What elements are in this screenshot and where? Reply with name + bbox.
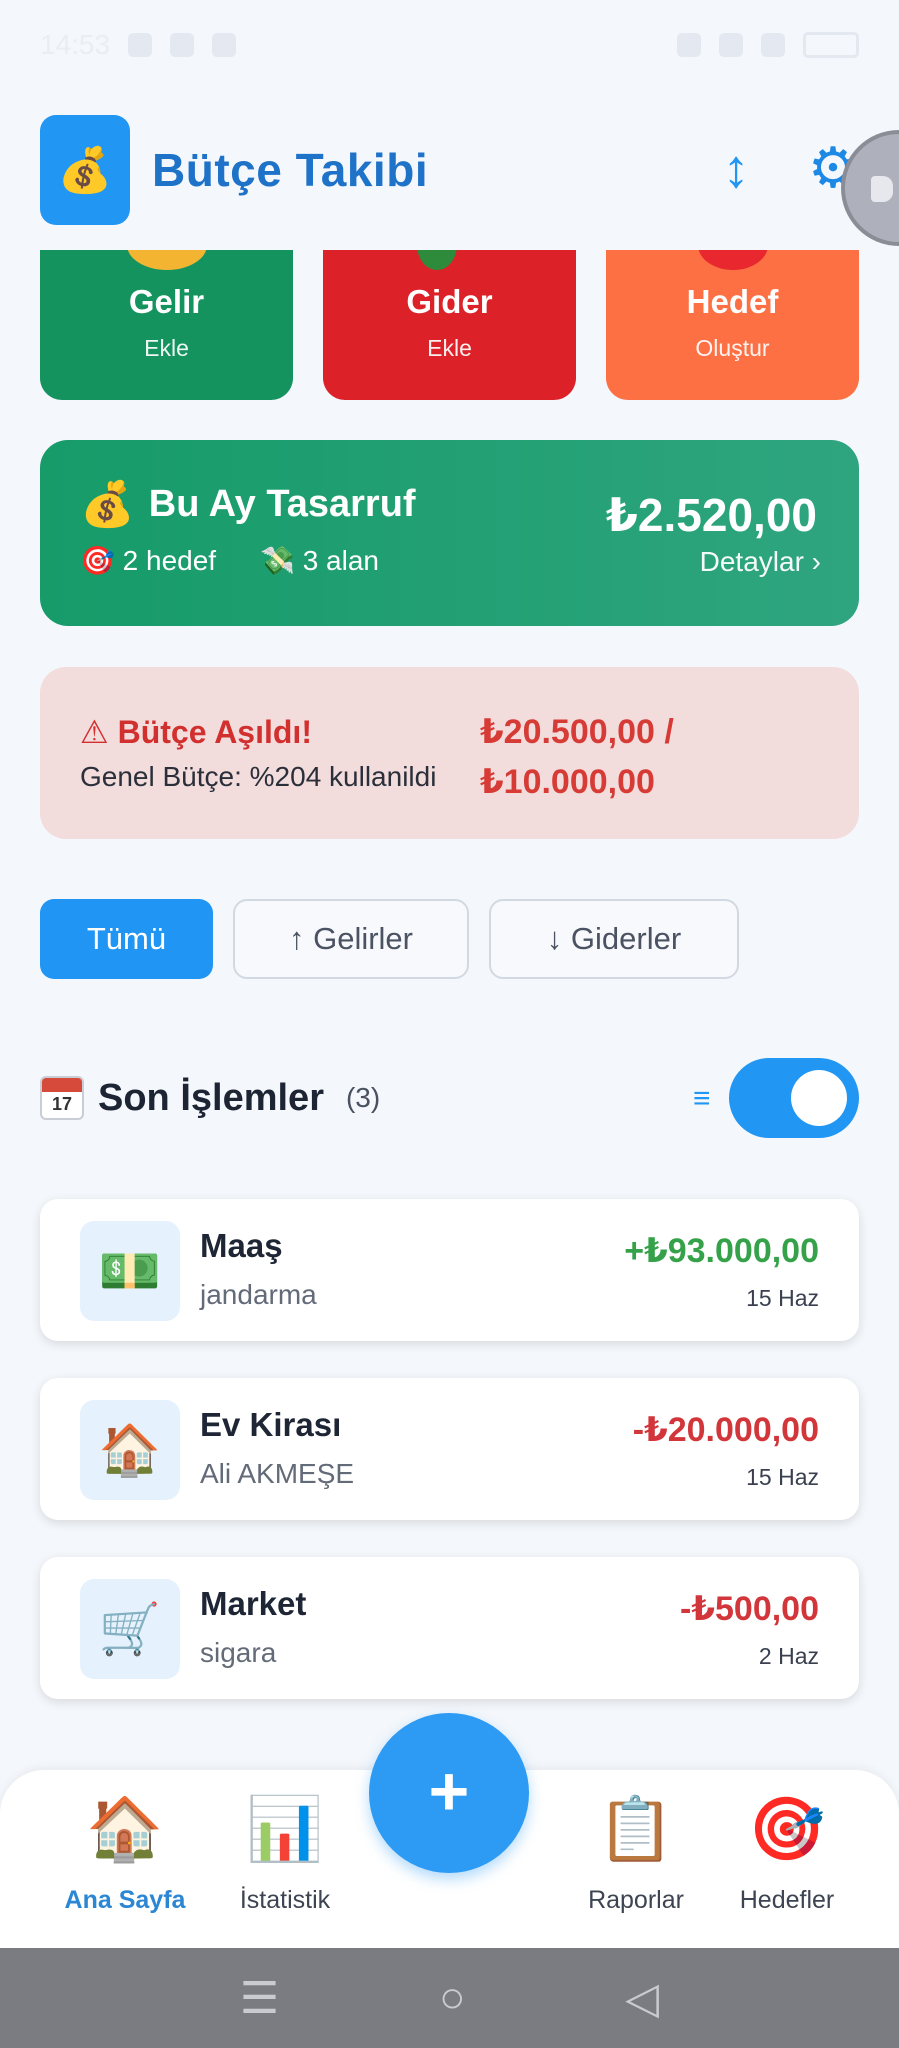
shopping-cart-icon: 🛒	[80, 1579, 180, 1679]
bar-chart-icon: 📊	[246, 1795, 324, 1864]
calendar-icon	[40, 1076, 84, 1120]
sort-icon[interactable]: ↕	[706, 139, 766, 199]
transaction-amount: -₺500,00	[680, 1590, 819, 1628]
notification-icon	[170, 33, 195, 57]
transaction-filter-tabs: Tümü ↑ Gelirler ↓ Giderler	[40, 899, 739, 979]
nav-label: Raporlar	[588, 1886, 684, 1914]
alert-amount-spent: ₺20.500,00 /	[480, 713, 674, 751]
area-count: 💸 3 alan	[260, 545, 379, 576]
house-icon: 🏠	[80, 1400, 180, 1500]
tab-all[interactable]: Tümü	[40, 899, 213, 979]
target-icon: 🎯	[748, 1795, 826, 1864]
quick-action-sub: Ekle	[427, 335, 472, 361]
monthly-savings-card[interactable]: 💰 Bu Ay Tasarruf 🎯 2 hedef 💸 3 alan ₺2.5…	[40, 440, 859, 626]
cash-icon: 💵	[80, 1221, 180, 1321]
quick-action-sub: Ekle	[144, 335, 189, 361]
goal-count: 🎯 2 hedef	[80, 545, 217, 576]
add-expense-button[interactable]: Gider Ekle	[323, 250, 576, 400]
nav-label: Hedefler	[739, 1886, 835, 1914]
home-icon[interactable]: ○	[439, 1973, 466, 2023]
transaction-row[interactable]: 💵 Maaş jandarma +₺93.000,00 15 Haz	[40, 1199, 859, 1341]
transaction-note: sigara	[200, 1637, 277, 1668]
system-navigation-bar: ☰ ○ ◁	[0, 1948, 899, 2048]
transaction-date: 15 Haz	[746, 1285, 819, 1311]
alert-amount: ₺20.500,00 / ₺10.000,00	[480, 707, 674, 807]
transaction-title: Market	[200, 1585, 307, 1622]
quick-actions: Gelir Ekle Gider Ekle Hedef Oluştur	[40, 250, 859, 400]
transaction-row[interactable]: 🏠 Ev Kirası Ali AKMEŞE -₺20.000,00 15 Ha…	[40, 1378, 859, 1520]
quick-action-title: Hedef	[686, 283, 779, 320]
nav-label: Ana Sayfa	[64, 1886, 186, 1914]
transaction-amount: -₺20.000,00	[632, 1411, 819, 1449]
add-transaction-button[interactable]: +	[369, 1713, 529, 1873]
tab-income[interactable]: ↑ Gelirler	[233, 899, 469, 979]
quick-action-title: Gider	[406, 283, 493, 320]
alert-subtitle: Genel Bütçe: %204 kullanildi	[80, 761, 437, 792]
transaction-note: Ali AKMEŞE	[200, 1458, 355, 1489]
alarm-icon	[677, 33, 701, 57]
money-bag-icon: 💰	[80, 480, 135, 529]
money-bag-icon: 💰	[40, 115, 130, 225]
alert-title: ⚠ Bütçe Aşıldı!	[80, 714, 312, 750]
budget-exceeded-alert: ⚠ Bütçe Aşıldı! Genel Bütçe: %204 kullan…	[40, 667, 859, 839]
details-link[interactable]: Detaylar ›	[700, 546, 821, 578]
nav-label: İstatistik	[239, 1886, 331, 1914]
transaction-row[interactable]: 🛒 Market sigara -₺500,00 2 Haz	[40, 1557, 859, 1699]
nav-reports[interactable]: 📋 Raporlar	[551, 1770, 721, 1948]
savings-title: Bu Ay Tasarruf	[148, 482, 416, 525]
savings-amount: ₺2.520,00	[605, 489, 817, 541]
money-wings-icon	[416, 250, 457, 270]
transaction-date: 2 Haz	[758, 1643, 819, 1669]
transaction-count: (3)	[345, 1082, 381, 1113]
list-view-icon[interactable]: ≡	[693, 1082, 711, 1116]
status-bar: 14:53	[0, 0, 899, 90]
transaction-date: 15 Haz	[746, 1464, 819, 1490]
nav-home[interactable]: 🏠 Ana Sayfa	[40, 1770, 210, 1948]
recent-apps-icon[interactable]: ☰	[240, 1973, 279, 2024]
quick-action-sub: Oluştur	[695, 335, 770, 361]
section-title: Son İşlemler	[98, 1076, 324, 1119]
quick-action-title: Gelir	[128, 283, 205, 320]
app-title: Bütçe Takibi	[152, 144, 429, 196]
app-header: 💰 Bütçe Takibi ↕ ⚙	[40, 115, 899, 225]
target-icon	[697, 250, 768, 270]
clock: 14:53	[40, 29, 111, 60]
house-icon: 🏠	[86, 1795, 164, 1864]
alert-amount-limit: ₺10.000,00	[480, 763, 655, 801]
money-icon	[126, 250, 207, 270]
notification-icon	[212, 33, 237, 57]
battery-icon	[803, 32, 859, 58]
nav-goals[interactable]: 🎯 Hedefler	[702, 1770, 872, 1948]
toggle-knob	[791, 1070, 847, 1126]
tab-expense[interactable]: ↓ Giderler	[489, 899, 739, 979]
create-goal-button[interactable]: Hedef Oluştur	[606, 250, 859, 400]
recent-transactions-header: Son İşlemler (3) ≡	[40, 1058, 859, 1138]
clipboard-icon: 📋	[597, 1795, 675, 1864]
back-icon[interactable]: ◁	[625, 1973, 659, 2024]
transaction-title: Maaş	[200, 1227, 283, 1264]
transaction-title: Ev Kirası	[200, 1406, 342, 1443]
transaction-amount: +₺93.000,00	[624, 1232, 819, 1270]
nav-statistics[interactable]: 📊 İstatistik	[200, 1770, 370, 1948]
transaction-note: jandarma	[200, 1279, 317, 1310]
add-income-button[interactable]: Gelir Ekle	[40, 250, 293, 400]
wifi-icon	[719, 33, 743, 57]
signal-icon	[761, 33, 785, 57]
view-toggle[interactable]	[729, 1058, 859, 1138]
notification-icon	[128, 33, 153, 57]
